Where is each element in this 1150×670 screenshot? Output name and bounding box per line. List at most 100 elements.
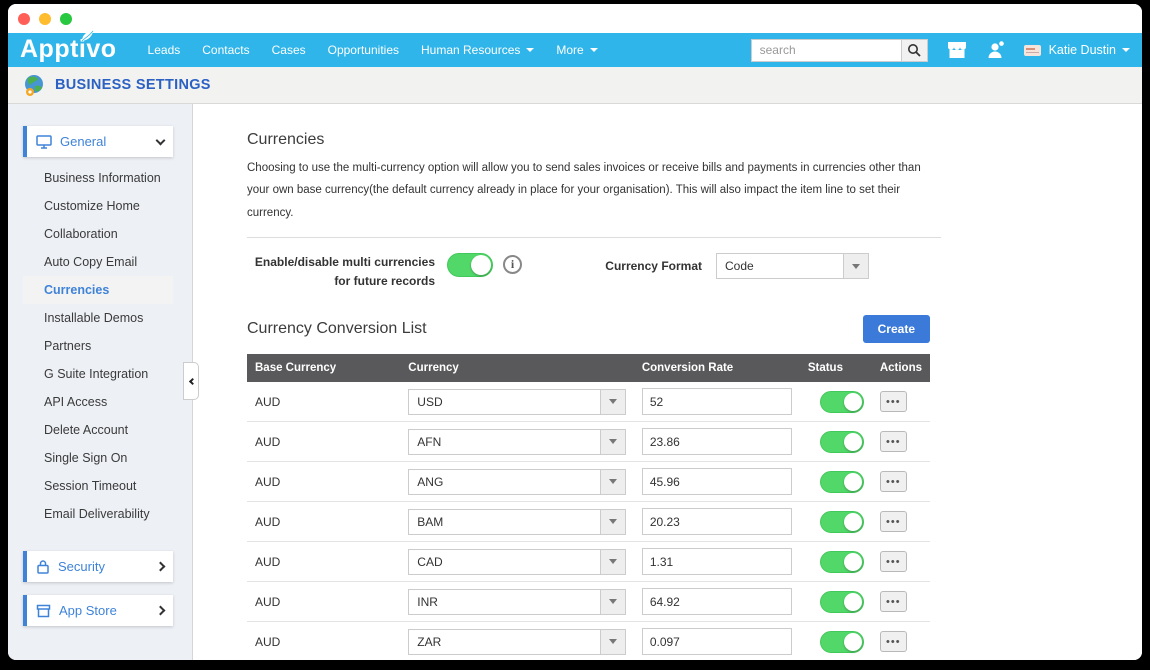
select-arrow-button[interactable] — [600, 630, 625, 654]
select-arrow-button[interactable] — [600, 470, 625, 494]
sidebar-collapse-handle[interactable] — [183, 362, 199, 400]
conversion-rate-input[interactable] — [642, 508, 792, 535]
currency-select[interactable]: ZAR — [408, 629, 626, 655]
header-status: Status — [800, 354, 872, 382]
table-row: AUD CAD ••• — [247, 542, 930, 582]
select-arrow-button[interactable] — [600, 550, 625, 574]
select-arrow-button[interactable] — [600, 510, 625, 534]
multi-currency-toggle[interactable] — [447, 253, 493, 277]
leaf-icon — [78, 30, 98, 42]
conversion-rate-input[interactable] — [642, 548, 792, 575]
chevron-left-icon — [189, 377, 196, 384]
row-actions-button[interactable]: ••• — [880, 471, 907, 492]
row-actions-button[interactable]: ••• — [880, 431, 907, 452]
multi-currency-toggle-label: Enable/disable multi currencies for futu… — [247, 253, 435, 290]
sidebar-section-general[interactable]: General — [23, 126, 173, 157]
nav-item-contacts[interactable]: Contacts — [202, 43, 249, 57]
create-button[interactable]: Create — [863, 315, 930, 343]
sidebar-item-auto-copy-email[interactable]: Auto Copy Email — [23, 248, 173, 276]
toggle-knob — [844, 593, 862, 611]
nav-item-leads[interactable]: Leads — [148, 43, 181, 57]
currency-select[interactable]: USD — [408, 389, 626, 415]
status-toggle[interactable] — [820, 631, 864, 653]
toggle-knob — [844, 433, 862, 451]
conversion-rate-input[interactable] — [642, 628, 792, 655]
currency-select[interactable]: CAD — [408, 549, 626, 575]
sidebar-item-currencies[interactable]: Currencies — [23, 276, 173, 304]
row-actions-button[interactable]: ••• — [880, 511, 907, 532]
toggle-knob — [844, 513, 862, 531]
sidebar-item-business-information[interactable]: Business Information — [23, 164, 173, 192]
sidebar-item-single-sign-on[interactable]: Single Sign On — [23, 444, 173, 472]
triangle-down-icon — [852, 264, 860, 273]
nav-right-cluster: Katie Dustin — [751, 39, 1130, 62]
nav-item-opportunities[interactable]: Opportunities — [328, 43, 399, 57]
row-actions-button[interactable]: ••• — [880, 391, 907, 412]
sidebar-item-api-access[interactable]: API Access — [23, 388, 173, 416]
sidebar-section-security[interactable]: Security — [23, 551, 173, 582]
info-icon[interactable]: i — [503, 255, 522, 274]
section-description: Choosing to use the multi-currency optio… — [247, 157, 941, 224]
table-row: AUD INR ••• — [247, 582, 930, 622]
person-notification-icon — [986, 40, 1008, 60]
search-button[interactable] — [901, 39, 928, 62]
sidebar-item-delete-account[interactable]: Delete Account — [23, 416, 173, 444]
sidebar-item-session-timeout[interactable]: Session Timeout — [23, 472, 173, 500]
currency-select[interactable]: BAM — [408, 509, 626, 535]
window-minimize-button[interactable] — [39, 13, 51, 25]
currency-select[interactable]: AFN — [408, 429, 626, 455]
chevron-down-icon — [156, 135, 166, 145]
sidebar-item-collaboration[interactable]: Collaboration — [23, 220, 173, 248]
nav-item-human-resources[interactable]: Human Resources — [421, 43, 534, 57]
table-row: AUD ANG ••• — [247, 462, 930, 502]
table-row: AUD BAM ••• — [247, 502, 930, 542]
general-menu-items: Business Information Customize Home Coll… — [23, 157, 173, 538]
select-arrow-button[interactable] — [843, 254, 868, 278]
toggle-knob — [471, 255, 491, 275]
sidebar-section-app-store[interactable]: App Store — [23, 595, 173, 626]
sidebar-item-email-deliverability[interactable]: Email Deliverability — [23, 500, 173, 528]
nav-item-more[interactable]: More — [556, 43, 597, 57]
conversion-rate-input[interactable] — [642, 428, 792, 455]
conversion-rate-input[interactable] — [642, 388, 792, 415]
notifications-button[interactable] — [986, 40, 1008, 60]
user-menu[interactable]: Katie Dustin — [1049, 43, 1130, 57]
nav-item-cases[interactable]: Cases — [272, 43, 306, 57]
row-actions-button[interactable]: ••• — [880, 551, 907, 572]
conversion-rate-input[interactable] — [642, 468, 792, 495]
currency-format-select[interactable]: Code — [716, 253, 869, 279]
app-store-nav-button[interactable] — [946, 40, 968, 60]
sidebar-item-partners[interactable]: Partners — [23, 332, 173, 360]
select-arrow-button[interactable] — [600, 590, 625, 614]
window-titlebar — [8, 4, 1142, 33]
page-title: BUSINESS SETTINGS — [55, 77, 211, 93]
currency-select[interactable]: ANG — [408, 469, 626, 495]
status-toggle[interactable] — [820, 471, 864, 493]
status-toggle[interactable] — [820, 591, 864, 613]
user-name: Katie Dustin — [1049, 43, 1116, 57]
select-arrow-button[interactable] — [600, 430, 625, 454]
base-currency-cell: AUD — [247, 502, 400, 542]
status-toggle[interactable] — [820, 431, 864, 453]
sidebar-item-customize-home[interactable]: Customize Home — [23, 192, 173, 220]
window-zoom-button[interactable] — [60, 13, 72, 25]
sidebar-item-g-suite-integration[interactable]: G Suite Integration — [23, 360, 173, 388]
currency-format-group: Currency Format Code — [605, 253, 869, 279]
row-actions-button[interactable]: ••• — [880, 591, 907, 612]
base-currency-cell: AUD — [247, 382, 400, 422]
window-close-button[interactable] — [18, 13, 30, 25]
table-row: AUD USD ••• — [247, 382, 930, 422]
currency-select[interactable]: INR — [408, 589, 626, 615]
search-input[interactable] — [751, 39, 901, 62]
status-toggle[interactable] — [820, 511, 864, 533]
toggle-knob — [844, 393, 862, 411]
triangle-down-icon — [609, 639, 617, 648]
conversion-rate-input[interactable] — [642, 588, 792, 615]
header-actions: Actions — [872, 354, 930, 382]
select-arrow-button[interactable] — [600, 390, 625, 414]
apptivo-logo[interactable]: Apptivo — [20, 34, 117, 64]
status-toggle[interactable] — [820, 391, 864, 413]
row-actions-button[interactable]: ••• — [880, 631, 907, 652]
sidebar-item-installable-demos[interactable]: Installable Demos — [23, 304, 173, 332]
status-toggle[interactable] — [820, 551, 864, 573]
